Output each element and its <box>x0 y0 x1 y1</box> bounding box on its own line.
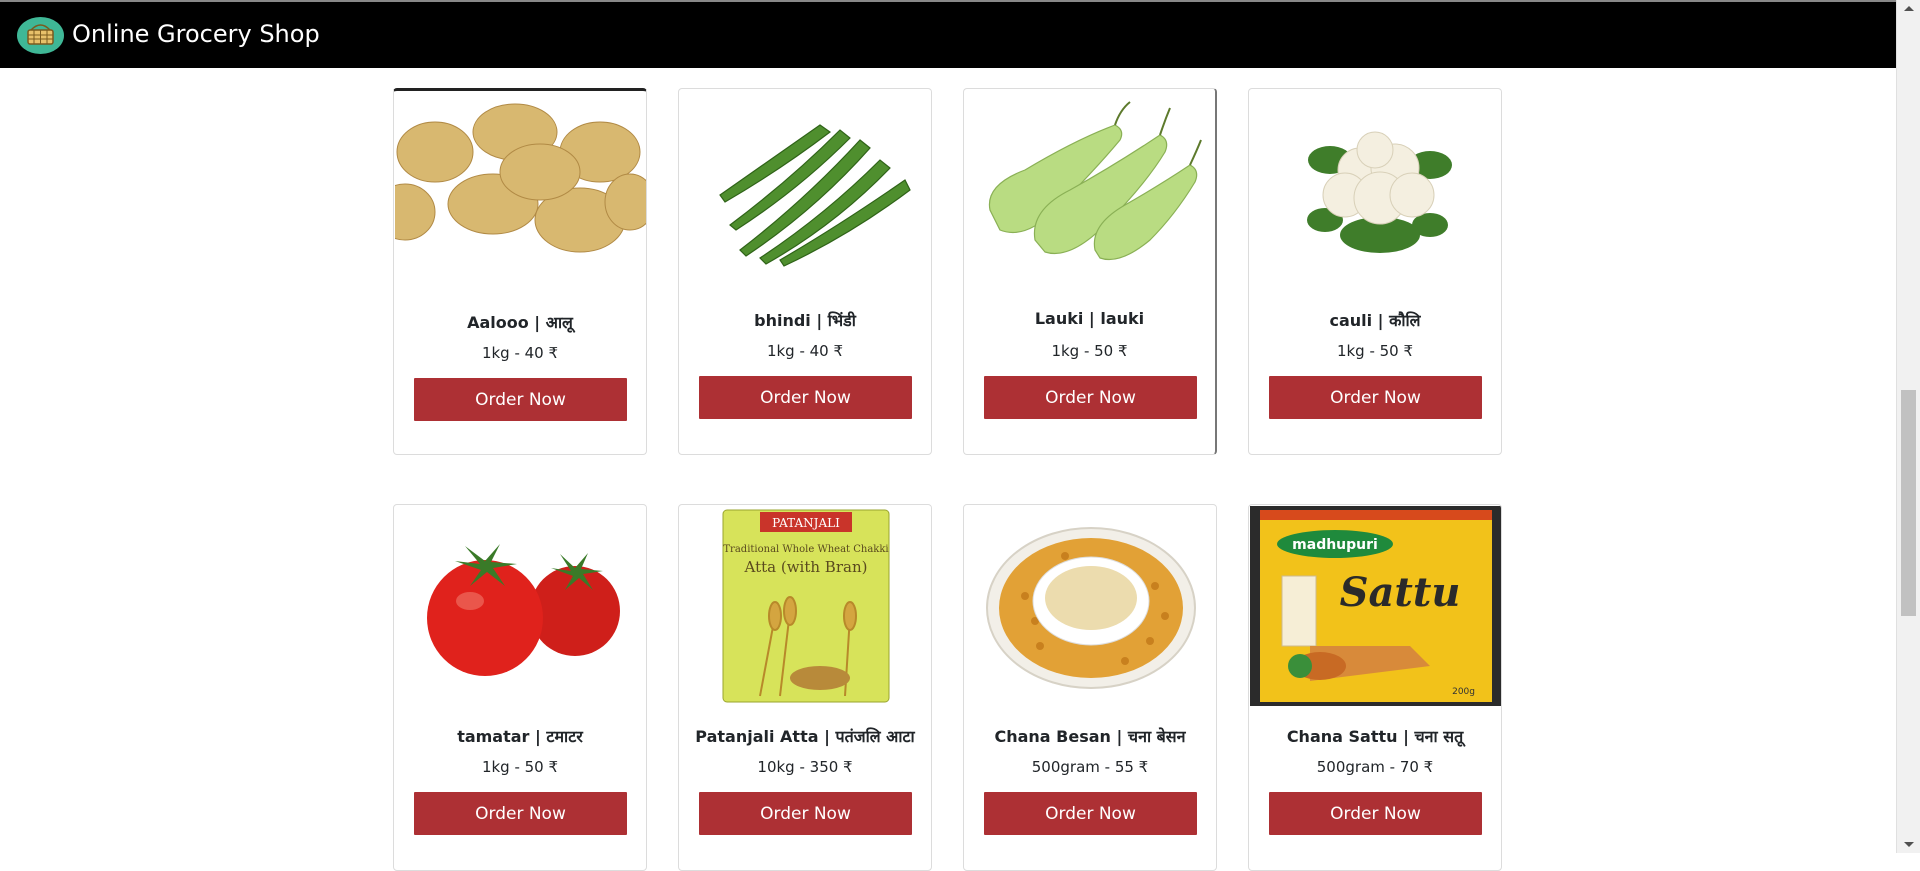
sattu-pack-image: madhupuri Sattu 200g <box>1250 506 1501 706</box>
scroll-down-arrow-icon[interactable] <box>1904 842 1914 847</box>
scroll-thumb[interactable] <box>1901 390 1916 616</box>
brand-name[interactable]: Online Grocery Shop <box>72 17 320 51</box>
svg-text:Traditional Whole Wheat Chakki: Traditional Whole Wheat Chakki <box>723 544 888 555</box>
order-now-button[interactable]: Order Now <box>1269 376 1482 419</box>
product-title[interactable]: cauli | कौलि <box>1249 309 1501 331</box>
product-card: cauli | कौलि 1kg - 50 ₹ Order Now <box>1248 88 1502 455</box>
product-title[interactable]: Chana Sattu | चना सतू <box>1249 725 1501 747</box>
product-card: Chana Besan | चना बेसन 500gram - 55 ₹ Or… <box>963 504 1217 871</box>
potatoes-image <box>395 92 646 292</box>
svg-text:madhupuri: madhupuri <box>1292 537 1378 553</box>
product-title[interactable]: tamatar | टमाटर <box>394 725 646 747</box>
order-now-button[interactable]: Order Now <box>414 378 627 421</box>
product-price: 10kg - 350 ₹ <box>757 758 853 776</box>
product-title[interactable]: Aalooo | आलू <box>394 311 646 333</box>
product-card: Lauki | lauki 1kg - 50 ₹ Order Now <box>963 88 1217 455</box>
product-price: 500gram - 55 ₹ <box>1031 758 1149 776</box>
okra-image <box>680 90 931 290</box>
order-now-button[interactable]: Order Now <box>414 792 627 835</box>
product-price: 1kg - 50 ₹ <box>481 758 559 776</box>
tomatoes-image <box>395 506 646 706</box>
order-now-button[interactable]: Order Now <box>699 376 912 419</box>
product-price: 1kg - 40 ₹ <box>766 342 844 360</box>
product-title[interactable]: Lauki | lauki <box>964 309 1215 328</box>
product-card: madhupuri Sattu 200g Chana Sattu | चना स… <box>1248 504 1502 871</box>
product-title[interactable]: Patanjali Atta | पतंजलि आटा <box>679 725 931 747</box>
product-title[interactable]: bhindi | भिंडी <box>679 309 931 331</box>
order-now-button[interactable]: Order Now <box>984 376 1197 419</box>
atta-pack-image: PATANJALI Traditional Whole Wheat Chakki… <box>680 506 931 706</box>
svg-text:200g: 200g <box>1452 687 1475 697</box>
product-card: Aalooo | आलू 1kg - 40 ₹ Order Now <box>393 88 647 455</box>
cauliflower-image <box>1250 90 1501 290</box>
product-price: 500gram - 70 ₹ <box>1316 758 1434 776</box>
order-now-button[interactable]: Order Now <box>699 792 912 835</box>
svg-text:Atta (with Bran): Atta (with Bran) <box>744 558 868 576</box>
bottle-gourd-image <box>965 90 1215 290</box>
product-price: 1kg - 50 ₹ <box>1051 342 1128 360</box>
svg-text:PATANJALI: PATANJALI <box>772 516 840 530</box>
product-card: PATANJALI Traditional Whole Wheat Chakki… <box>678 504 932 871</box>
basket-icon[interactable] <box>17 17 64 54</box>
product-card: tamatar | टमाटर 1kg - 50 ₹ Order Now <box>393 504 647 871</box>
order-now-button[interactable]: Order Now <box>1269 792 1482 835</box>
order-now-button[interactable]: Order Now <box>984 792 1197 835</box>
product-price: 1kg - 40 ₹ <box>481 344 559 362</box>
besan-plate-image <box>965 506 1216 706</box>
navbar: Online Grocery Shop <box>0 0 1896 68</box>
product-title[interactable]: Chana Besan | चना बेसन <box>964 725 1216 747</box>
page-scrollbar[interactable] <box>1896 0 1920 853</box>
product-card: bhindi | भिंडी 1kg - 40 ₹ Order Now <box>678 88 932 455</box>
svg-text:Sattu: Sattu <box>1340 569 1461 616</box>
scroll-up-arrow-icon[interactable] <box>1904 6 1914 11</box>
product-price: 1kg - 50 ₹ <box>1336 342 1414 360</box>
